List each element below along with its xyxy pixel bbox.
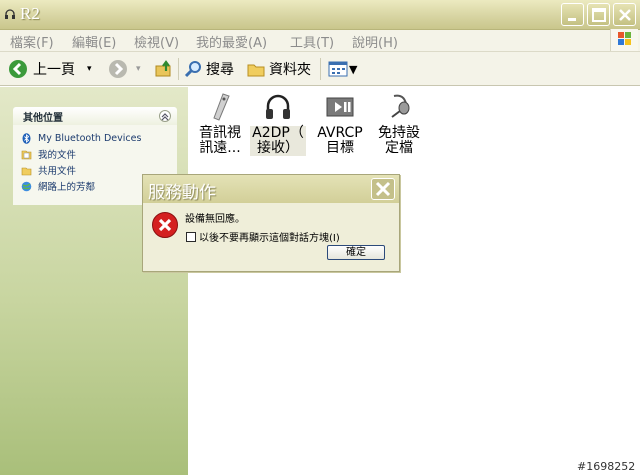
link-bluetooth-devices[interactable]: My Bluetooth Devices	[21, 130, 171, 146]
file-item[interactable]: A2DP（ 接收）	[250, 92, 306, 156]
views-dropdown-icon[interactable]: ▼	[349, 63, 357, 76]
close-button[interactable]	[613, 3, 636, 26]
views-button[interactable]: ▼	[328, 52, 357, 86]
back-dropdown-icon[interactable]: ▾	[87, 64, 92, 74]
back-button[interactable]: 上一頁 ▾	[8, 52, 92, 86]
up-folder-button[interactable]	[154, 52, 174, 86]
task-pane: 其他位置 My Bluetooth Devices 我的文件 共用文件 網路上的…	[0, 87, 188, 475]
shared-folder-icon	[21, 167, 32, 175]
error-icon	[152, 212, 178, 238]
search-label: 搜尋	[206, 62, 234, 78]
windows-logo	[610, 29, 638, 51]
dialog-close-button[interactable]	[371, 178, 395, 200]
close-icon	[375, 181, 391, 197]
file-item[interactable]: 免持設 定檔	[371, 92, 427, 156]
network-globe-icon	[21, 181, 32, 191]
link-label: My Bluetooth Devices	[38, 132, 142, 144]
collapse-chevron-icon[interactable]	[159, 110, 171, 122]
folders-label: 資料夾	[269, 62, 311, 78]
forward-dropdown-icon[interactable]: ▾	[136, 64, 141, 74]
file-item[interactable]: AVRCP 目標	[312, 92, 368, 156]
dialog-title: 服務動作	[148, 183, 216, 203]
up-folder-icon	[155, 60, 171, 77]
checkbox-label: 以後不要再顯示這個對話方塊(I)	[199, 233, 340, 244]
view-list-icon	[328, 61, 348, 77]
menu-view[interactable]: 檢視(V)	[134, 32, 179, 51]
other-places-header[interactable]: 其他位置	[13, 107, 177, 125]
headphones-icon	[266, 94, 290, 119]
close-icon	[619, 9, 631, 21]
documents-icon	[21, 150, 32, 159]
menu-file[interactable]: 檔案(F)	[10, 32, 54, 51]
forward-button[interactable]: ▾	[108, 52, 141, 86]
folder-icon	[247, 64, 265, 77]
file-label: 免持設 定檔	[378, 125, 420, 156]
menu-help[interactable]: 說明(H)	[352, 32, 398, 51]
search-button[interactable]: 搜尋	[183, 52, 234, 86]
watermark: #1698252	[577, 460, 636, 473]
file-label: 音訊視 訊遠...	[199, 125, 241, 156]
menu-favorites[interactable]: 我的最愛(A)	[196, 32, 267, 51]
menu-edit[interactable]: 編輯(E)	[72, 32, 116, 51]
dont-show-again-checkbox[interactable]: 以後不要再顯示這個對話方塊(I)	[186, 229, 340, 244]
checkbox-box[interactable]	[186, 231, 196, 242]
window-title: R2	[20, 4, 40, 23]
maximize-button[interactable]	[587, 3, 610, 26]
other-places-title: 其他位置	[23, 113, 63, 124]
menu-bar: 檔案(F) 編輯(E) 檢視(V) 我的最愛(A) 工具(T) 說明(H)	[0, 30, 640, 52]
toolbar-separator	[178, 58, 179, 80]
search-icon	[184, 61, 201, 78]
file-item[interactable]: 音訊視 訊遠...	[192, 92, 248, 156]
ok-button[interactable]: 確定	[327, 245, 385, 260]
dialog-message: 設備無回應。	[185, 214, 245, 225]
bluetooth-headset-icon	[391, 94, 410, 118]
link-my-documents[interactable]: 我的文件	[21, 146, 171, 162]
file-label: AVRCP 目標	[317, 125, 363, 156]
back-label: 上一頁	[33, 62, 75, 78]
forward-arrow-icon	[109, 60, 127, 78]
link-label: 我的文件	[38, 150, 77, 161]
toolbar-separator	[320, 58, 321, 80]
media-player-icon	[326, 97, 354, 117]
minimize-button[interactable]	[561, 3, 584, 26]
back-arrow-icon	[9, 60, 27, 78]
title-bar[interactable]: R2	[0, 0, 640, 30]
headphones-icon	[5, 9, 15, 19]
dialog-title-bar[interactable]: 服務動作	[143, 175, 399, 203]
service-action-dialog: 服務動作 設備無回應。 以後不要再顯示這個對話方塊(I) 確定	[142, 174, 400, 272]
link-label: 網路上的芳鄰	[38, 182, 96, 193]
file-label: A2DP（ 接收）	[250, 126, 306, 156]
windows-flag-icon	[618, 32, 631, 45]
bluetooth-icon	[22, 132, 31, 144]
link-label: 共用文件	[38, 166, 77, 177]
toolbar: 上一頁 ▾ ▾ 搜尋 資料夾 ▼	[0, 52, 640, 86]
minimize-icon	[568, 18, 576, 21]
folders-button[interactable]: 資料夾	[246, 52, 311, 86]
audio-video-remote-icon	[213, 93, 230, 121]
maximize-icon	[592, 8, 606, 22]
menu-tools[interactable]: 工具(T)	[290, 32, 334, 51]
